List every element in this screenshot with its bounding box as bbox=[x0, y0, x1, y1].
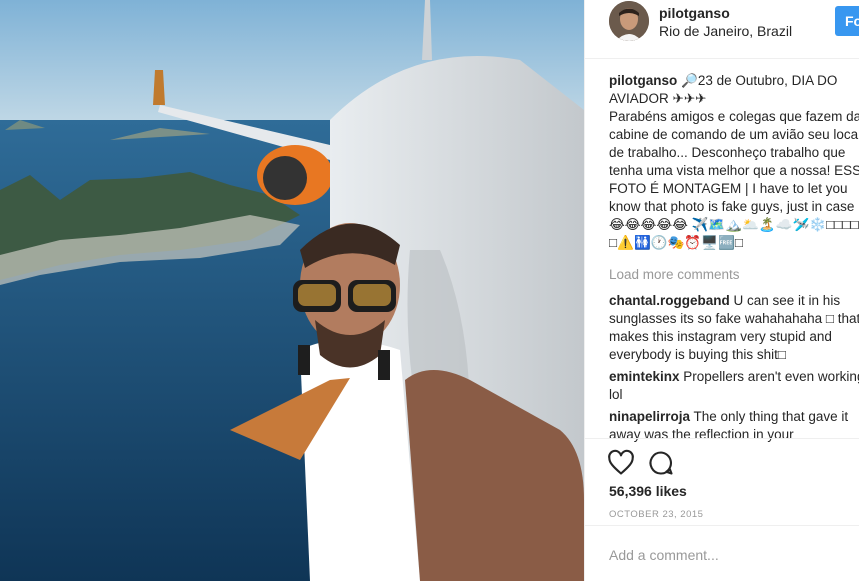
comment-text: sunglasses its so fake wahahahaha □ that bbox=[609, 311, 859, 326]
comment-text: makes this instagram very stupid and bbox=[609, 329, 832, 344]
post-side-panel: pilotganso Rio de Janeiro, Brazil Fo pil… bbox=[584, 0, 859, 581]
comment-bubble-icon[interactable] bbox=[647, 449, 675, 477]
caption-line: 😂😂😂😂😂 ✈️🗺️🏔️🌥️🏝️☁️🛩️❄️□□□□□□ bbox=[609, 217, 859, 232]
caption-line: AVIADOR ✈✈✈ bbox=[609, 91, 707, 106]
comment-text: The only thing that gave it bbox=[690, 409, 849, 424]
comments-section: pilotganso 🔎23 de Outubro, DIA DO AVIADO… bbox=[609, 72, 859, 448]
comment-text: Propellers aren't even working bbox=[679, 369, 859, 384]
post-username[interactable]: pilotganso bbox=[659, 5, 730, 21]
post-actions: 56,396 likes OCTOBER 23, 2015 bbox=[585, 438, 859, 520]
heart-icon[interactable] bbox=[607, 449, 635, 477]
post-caption: pilotganso 🔎23 de Outubro, DIA DO AVIADO… bbox=[609, 72, 859, 252]
comment-username[interactable]: ninapelirroja bbox=[609, 409, 690, 424]
comment-item: chantal.roggeband U can see it in his su… bbox=[609, 292, 859, 364]
caption-line: know that photo is fake guys, just in ca… bbox=[609, 199, 855, 214]
likes-count[interactable]: 56,396 likes bbox=[609, 483, 687, 499]
caption-line: cabine de comando de um avião seu local bbox=[609, 127, 859, 142]
comment-text: lol bbox=[609, 387, 623, 402]
comment-text: everybody is buying this shit□ bbox=[609, 347, 786, 362]
avatar[interactable] bbox=[609, 1, 649, 41]
comment-text: away was the reflection in your bbox=[609, 427, 794, 442]
caption-line: Parabéns amigos e colegas que fazem da bbox=[609, 109, 859, 124]
comment-item: emintekinx Propellers aren't even workin… bbox=[609, 368, 859, 404]
caption-line: 🔎23 de Outubro, DIA DO bbox=[681, 73, 838, 88]
caption-line: tenha uma vista melhor que a nossa! ESSA bbox=[609, 163, 859, 178]
post-date: OCTOBER 23, 2015 bbox=[609, 509, 704, 520]
comment-username[interactable]: emintekinx bbox=[609, 369, 680, 384]
post-header: pilotganso Rio de Janeiro, Brazil Fo bbox=[585, 0, 859, 59]
avatar-image bbox=[609, 1, 649, 41]
caption-line: □⚠️🚻🕐🎭⏰🖥️🆓□ bbox=[609, 235, 743, 250]
pilot-selfie-image bbox=[0, 0, 584, 581]
comment-username[interactable]: chantal.roggeband bbox=[609, 293, 730, 308]
post-location[interactable]: Rio de Janeiro, Brazil bbox=[659, 23, 792, 39]
load-more-comments-link[interactable]: Load more comments bbox=[609, 266, 859, 284]
add-comment-placeholder: Add a comment... bbox=[609, 547, 719, 563]
caption-line: de trabalho... Desconheço trabalho que bbox=[609, 145, 846, 160]
caption-line: FOTO É MONTAGEM | I have to let you bbox=[609, 181, 848, 196]
follow-button[interactable]: Fo bbox=[835, 6, 859, 36]
comment-text: U can see it in his bbox=[729, 293, 841, 308]
caption-username[interactable]: pilotganso bbox=[609, 73, 677, 88]
add-comment-field[interactable]: Add a comment... bbox=[585, 525, 859, 581]
post-photo[interactable] bbox=[0, 0, 584, 581]
